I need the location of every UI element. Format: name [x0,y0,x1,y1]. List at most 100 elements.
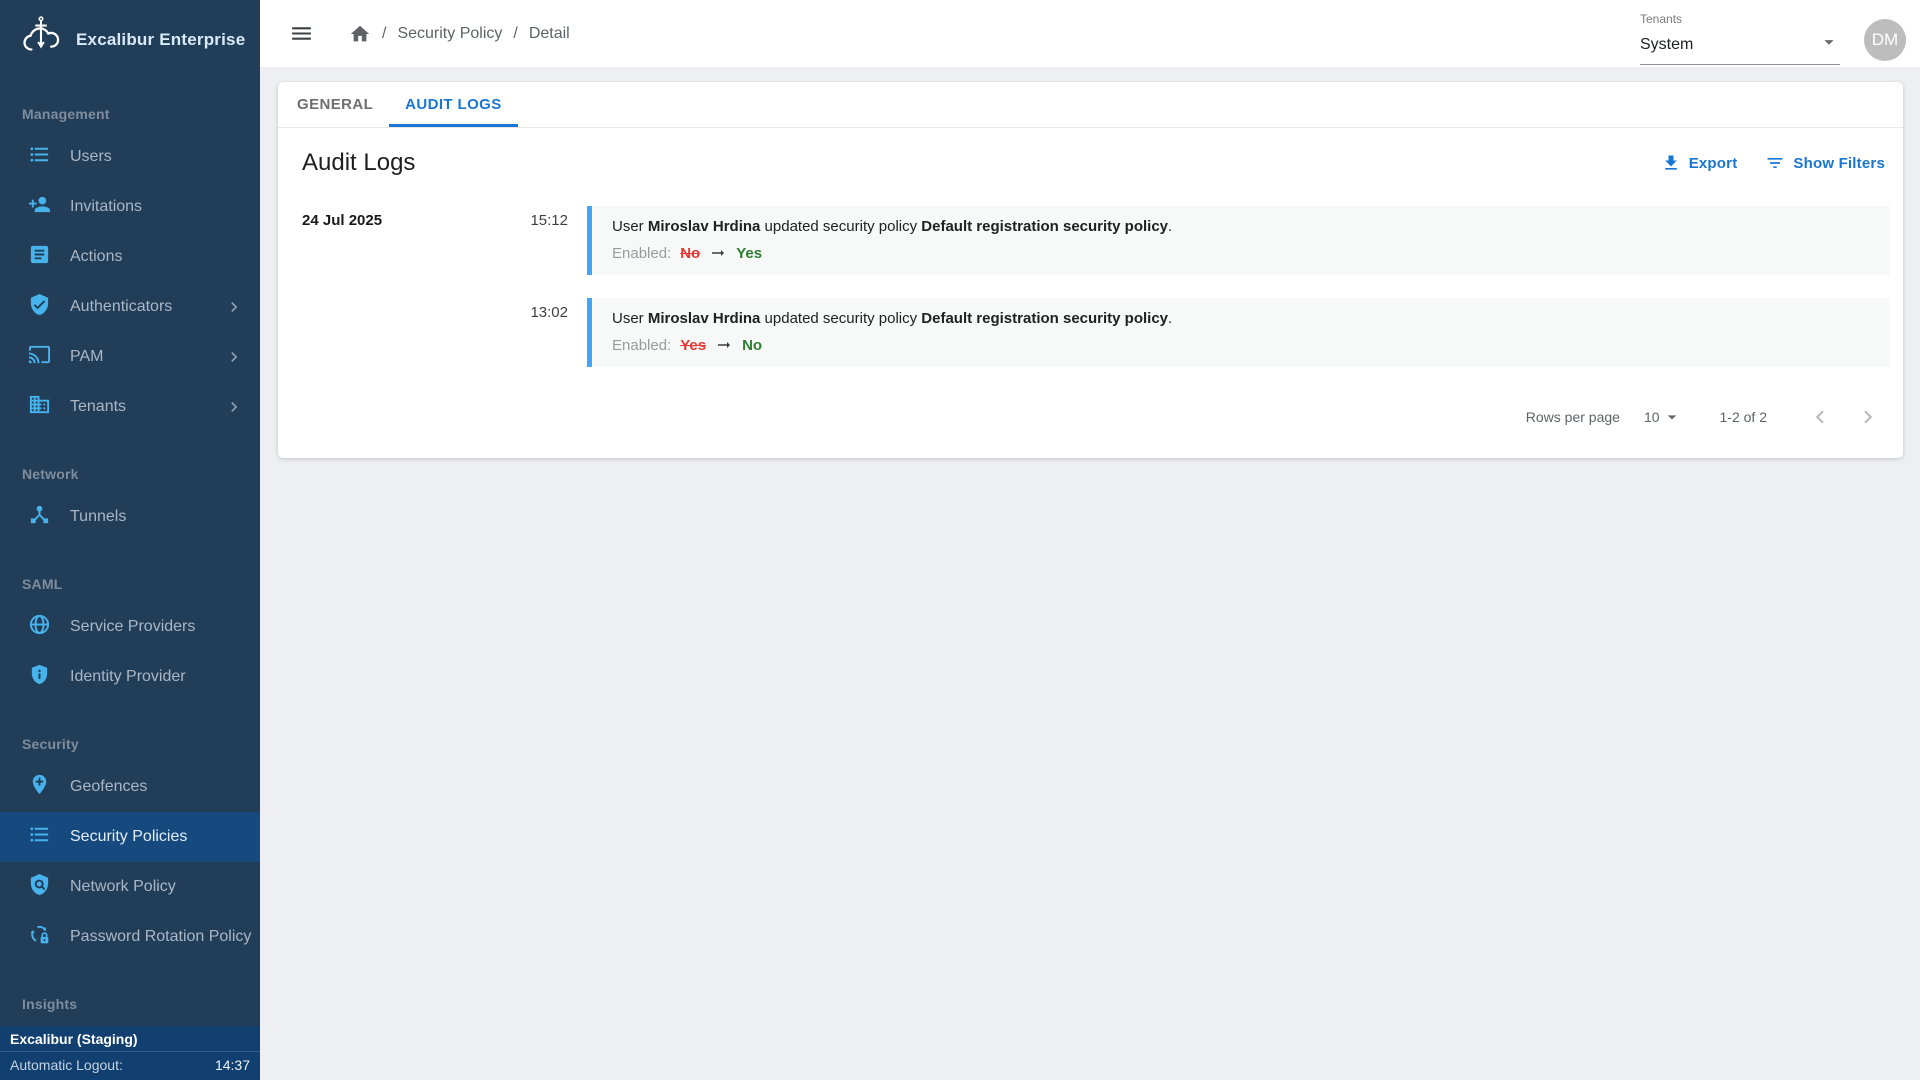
audit-log-message: User Miroslav Hrdina updated security po… [612,218,1870,235]
sidebar-section-insights: Insights [22,996,260,1016]
environment-label: Excalibur (Staging) [0,1026,260,1052]
sidebar-item-label: Tenants [70,398,126,416]
audit-log-list: 24 Jul 2025 15:12 User Miroslav Hrdina u… [278,198,1903,367]
sidebar-item-label: Security Policies [70,828,187,846]
export-button-label: Export [1689,155,1738,172]
sidebar-item-password-rotation-policy[interactable]: Password Rotation Policy [0,912,260,962]
audit-log-row: 24 Jul 2025 15:12 User Miroslav Hrdina u… [302,206,1890,275]
next-page-button[interactable] [1855,404,1881,430]
sidebar-item-actions[interactable]: Actions [0,232,260,282]
list-icon [28,823,51,851]
sidebar-item-invitations[interactable]: Invitations [0,182,260,232]
old-value: Yes [680,337,706,354]
filter-icon [1765,153,1785,173]
audit-log-entry: User Miroslav Hrdina updated security po… [587,206,1890,275]
audit-log-date [302,298,478,367]
tab-general[interactable]: GENERAL [281,82,389,127]
sidebar-item-security-policies[interactable]: Security Policies [0,812,260,862]
audit-user-name: Miroslav Hrdina [648,218,761,235]
tab-bar: GENERAL AUDIT LOGS [278,82,1903,128]
list-icon [28,143,51,171]
article-icon [28,243,51,271]
tab-audit-logs[interactable]: AUDIT LOGS [389,82,518,127]
rows-per-page-select[interactable]: 10 [1644,407,1682,427]
breadcrumb: / Security Policy / Detail [349,23,570,45]
policy-icon [28,873,51,901]
chevron-right-icon [1855,404,1881,430]
audit-log-change: Enabled: No Yes [612,244,1870,262]
arrow-right-icon [709,244,727,262]
brand[interactable]: Excalibur Enterprise [0,0,260,72]
sidebar-section-network: Network [22,466,260,486]
sidebar-item-network-policy[interactable]: Network Policy [0,862,260,912]
breadcrumb-separator: / [382,25,386,43]
home-icon [349,23,371,45]
hamburger-icon [289,21,314,46]
sidebar: Excalibur Enterprise Management Users In… [0,0,260,1080]
chevron-right-icon [224,397,244,422]
sidebar-item-label: Users [70,148,112,166]
audit-log-message: User Miroslav Hrdina updated security po… [612,310,1870,327]
chevron-left-icon [1807,404,1833,430]
sidebar-section-security: Security [22,736,260,756]
topbar: / Security Policy / Detail Tenants Syste… [260,0,1920,67]
verified-shield-icon [28,293,51,321]
sidebar-item-label: Network Policy [70,878,176,896]
audit-policy-name: Default registration security policy [921,310,1168,327]
sidebar-item-authenticators[interactable]: Authenticators [0,282,260,332]
chevron-right-icon [224,347,244,372]
home-breadcrumb-button[interactable] [349,23,371,45]
pagination: Rows per page 10 1-2 of 2 [278,390,1903,448]
sidebar-item-label: PAM [70,348,103,366]
previous-page-button[interactable] [1807,404,1833,430]
sidebar-item-label: Password Rotation Policy [70,928,251,946]
sidebar-item-tenants[interactable]: Tenants [0,382,260,432]
sidebar-section-management: Management [22,106,260,126]
audit-log-date: 24 Jul 2025 [302,206,478,275]
new-value: No [742,337,762,354]
brand-title: Excalibur Enterprise [76,30,245,50]
globe-icon [28,613,51,641]
sidebar-item-label: Actions [70,248,122,266]
sidebar-item-identity-provider[interactable]: Identity Provider [0,652,260,702]
shield-info-icon [28,663,51,691]
menu-toggle-button[interactable] [289,21,314,46]
show-filters-button[interactable]: Show Filters [1765,153,1885,173]
export-button[interactable]: Export [1661,153,1738,173]
show-filters-button-label: Show Filters [1793,155,1885,172]
breadcrumb-detail: Detail [529,25,570,43]
arrow-right-icon [715,336,733,354]
tenants-select-value: System [1640,36,1693,54]
sidebar-item-label: Service Providers [70,618,195,636]
tenants-select[interactable]: Tenants System [1640,2,1840,65]
audit-user-name: Miroslav Hrdina [648,310,761,327]
page-title: Audit Logs [302,149,415,177]
automatic-logout-timer: 14:37 [215,1057,250,1073]
pagination-range: 1-2 of 2 [1720,409,1767,425]
rows-per-page-label: Rows per page [1526,409,1620,425]
breadcrumb-separator: / [513,25,517,43]
sidebar-item-service-providers[interactable]: Service Providers [0,602,260,652]
audit-log-row: 13:02 User Miroslav Hrdina updated secur… [302,298,1890,367]
chevron-down-icon [1662,407,1682,427]
sidebar-item-label: Invitations [70,198,142,216]
audit-logs-card: GENERAL AUDIT LOGS Audit Logs Export Sho… [278,82,1903,458]
sidebar-section-saml: SAML [22,576,260,596]
sidebar-item-geofences[interactable]: Geofences [0,762,260,812]
old-value: No [680,245,700,262]
tenants-select-label: Tenants [1640,12,1840,26]
audit-policy-name: Default registration security policy [921,218,1168,235]
changed-field-label: Enabled: [612,337,671,354]
sidebar-item-pam[interactable]: PAM [0,332,260,382]
avatar[interactable]: DM [1864,19,1906,61]
sidebar-item-tunnels[interactable]: Tunnels [0,492,260,542]
sidebar-item-users[interactable]: Users [0,132,260,182]
chevron-right-icon [224,297,244,322]
chevron-down-icon [1818,31,1840,58]
new-value: Yes [736,245,762,262]
audit-log-entry: User Miroslav Hrdina updated security po… [587,298,1890,367]
sidebar-item-label: Identity Provider [70,668,186,686]
sidebar-footer: Excalibur (Staging) Automatic Logout: 14… [0,1026,260,1080]
breadcrumb-security-policy[interactable]: Security Policy [397,25,502,43]
sync-lock-icon [28,923,51,951]
